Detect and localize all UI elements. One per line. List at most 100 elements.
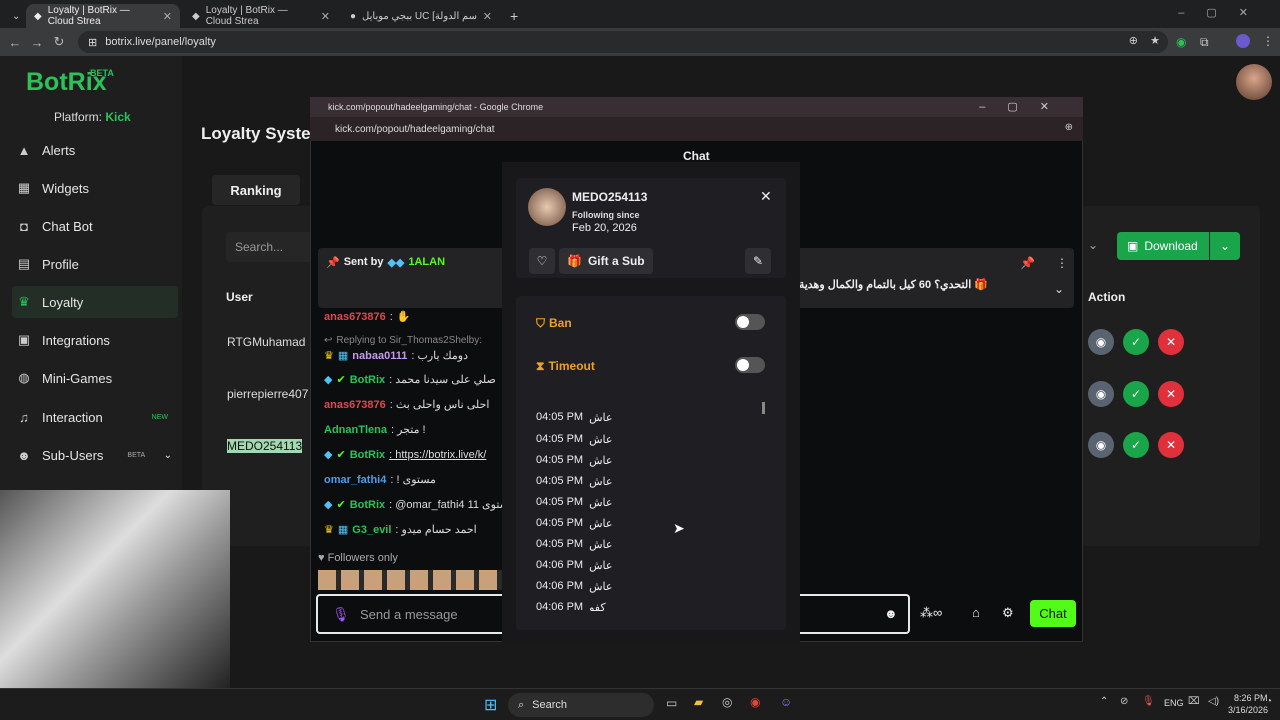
search-icon: ⌕ (518, 698, 525, 711)
sidebar-item-integrations[interactable]: ▣ Integrations (12, 324, 178, 356)
browser-tab-1[interactable]: ◆ Loyalty | BotRix — Cloud Strea ✕ (26, 4, 180, 28)
search-input[interactable]: Search... (226, 232, 316, 262)
gamepad-icon: ◍ (18, 370, 30, 385)
reload-icon[interactable]: ↻ (48, 34, 70, 50)
reject-button[interactable]: ✕ (1158, 329, 1184, 355)
menu-icon[interactable]: ⋮ (1262, 34, 1274, 48)
chevron-down-icon[interactable]: ⌄ (1054, 282, 1064, 296)
clock-time[interactable]: 8:26 PM (1234, 693, 1268, 703)
address-bar[interactable]: ⊞ botrix.live/panel/loyalty ★ ⊕ (78, 31, 1168, 53)
verified-icon: ✔ (336, 499, 346, 511)
language-indicator[interactable]: ENG (1164, 698, 1184, 708)
history-scrollbar[interactable] (762, 402, 765, 414)
zoom-icon[interactable]: ⊕ (1129, 34, 1138, 47)
sidebar-item-chat-bot[interactable]: ◘ Chat Bot (12, 210, 178, 242)
sidebar-item-interaction[interactable]: ♫ Interaction NEW (12, 401, 178, 433)
network-icon[interactable]: ⌧ (1188, 696, 1200, 707)
microphone-icon[interactable]: 🎙 (332, 606, 350, 623)
tab-ranking[interactable]: Ranking (212, 175, 300, 205)
history-item: 04:05 PM عاش (536, 411, 613, 424)
follower-avatars[interactable] (318, 570, 504, 590)
approve-button[interactable]: ✓ (1123, 329, 1149, 355)
sidebar-item-widgets[interactable]: ▦ Widgets (12, 172, 178, 204)
sidebar-item-profile[interactable]: ▤ Profile (12, 248, 178, 280)
extensions-puzzle-icon[interactable]: ⧉ (1200, 35, 1209, 50)
sidebar-item-alerts[interactable]: ▲ Alerts (12, 134, 178, 166)
chat-message: ◆ ✔ BotRix: صلي على سيدنا محمد (324, 373, 496, 387)
followers-only-notice: ♥ Followers only (318, 552, 398, 564)
approve-button[interactable]: ✓ (1123, 381, 1149, 407)
botrix-logo[interactable]: BotRix BETA (26, 68, 114, 97)
store-icon[interactable]: ⌂ (972, 605, 980, 620)
start-windows-icon[interactable]: ⊞ (484, 695, 497, 715)
user-avatar (528, 188, 566, 226)
dropdown-chevron-icon[interactable]: ⌄ (1088, 238, 1098, 252)
sidebar-item-mini-games[interactable]: ◍ Mini-Games (12, 362, 178, 394)
site-info-icon[interactable]: ⊞ (88, 36, 97, 49)
close-icon[interactable]: ✕ (321, 10, 330, 23)
new-tab-button[interactable]: + (502, 4, 522, 28)
reject-button[interactable]: ✕ (1158, 432, 1184, 458)
approve-button[interactable]: ✓ (1123, 432, 1149, 458)
settings-gear-icon[interactable]: ⚙ (1002, 605, 1014, 621)
window-controls[interactable]: –▢✕ (1178, 6, 1270, 19)
tray-microphone-icon[interactable]: 🎙 (1142, 696, 1155, 707)
close-card-icon[interactable]: ✕ (760, 188, 772, 205)
user-avatar[interactable] (1236, 64, 1272, 100)
extension-icon[interactable]: ◉ (1176, 35, 1186, 49)
task-view-icon[interactable]: ▭ (666, 696, 677, 710)
notifications-icon[interactable]: ◔ (1266, 696, 1272, 707)
timeout-toggle[interactable] (735, 357, 765, 373)
reply-icon: ↩ (324, 335, 333, 346)
tray-icon[interactable]: ⊘ (1120, 696, 1128, 707)
star-icon[interactable]: ★ (1150, 34, 1160, 47)
gift-sub-button[interactable]: 🎁 Gift a Sub (559, 248, 653, 274)
forward-icon[interactable]: → (26, 35, 48, 50)
column-header-user: User (226, 290, 253, 304)
app-icon[interactable]: ◎ (722, 695, 732, 709)
chrome-icon[interactable]: ◉ (750, 695, 760, 709)
x-icon: ✕ (1165, 438, 1177, 452)
points-icon[interactable]: ⁂∞ (920, 605, 942, 621)
chat-message: anas673876: احلى ناس واحلى بث (324, 398, 490, 412)
x-icon: ✕ (1165, 335, 1177, 349)
view-button[interactable]: ◉ (1088, 432, 1114, 458)
close-icon[interactable]: ✕ (163, 10, 172, 23)
profile-avatar[interactable] (1236, 34, 1250, 48)
clock-date[interactable]: 3/16/2026 (1228, 705, 1268, 715)
send-chat-button[interactable]: Chat (1030, 600, 1076, 627)
file-explorer-icon[interactable]: ▰ (694, 695, 703, 709)
ban-label: ⛉ Ban (536, 316, 572, 330)
more-icon[interactable]: ⋮ (1056, 256, 1068, 270)
user-row-name: RTGMuhamad (227, 335, 306, 349)
music-icon: ♫ (19, 409, 29, 425)
ban-toggle[interactable] (735, 314, 765, 330)
verified-icon: ✔ (336, 374, 346, 386)
mute-button[interactable]: ✎ (745, 248, 771, 274)
reject-button[interactable]: ✕ (1158, 381, 1184, 407)
crown-badge-icon: ♛ (324, 350, 334, 362)
tab-list-button[interactable]: ⌄ (4, 4, 24, 28)
users-icon: ☻ (17, 447, 31, 463)
view-button[interactable]: ◉ (1088, 329, 1114, 355)
sidebar-item-sub-users[interactable]: ☻ Sub-Users BETA ⌄ (12, 439, 178, 471)
follow-button[interactable]: ♡ (529, 248, 555, 274)
volume-icon[interactable]: ◁) (1208, 696, 1219, 707)
download-options-button[interactable]: ⌄ (1210, 232, 1240, 260)
close-icon[interactable]: ✕ (483, 10, 492, 23)
view-button[interactable]: ◉ (1088, 381, 1114, 407)
tray-chevron-icon[interactable]: ⌃ (1100, 696, 1108, 707)
zoom-icon[interactable]: ⊕ (1065, 122, 1073, 133)
download-button[interactable]: ▣ Download (1117, 232, 1209, 260)
discord-icon[interactable]: ☺ (780, 695, 792, 709)
popup-window-controls[interactable]: –▢✕ (979, 100, 1071, 113)
id-card-icon: ▤ (17, 256, 31, 271)
following-date: Feb 20, 2026 (572, 222, 637, 234)
browser-tab-3[interactable]: ●ببجي موبايل UC [اسم الدولة] | شحن✕ (342, 4, 500, 28)
taskbar-search[interactable]: ⌕ Search (508, 693, 654, 717)
unpin-icon[interactable]: 📌 (1020, 256, 1035, 270)
back-icon[interactable]: ← (4, 35, 26, 50)
emoji-icon[interactable]: ☻ (884, 606, 898, 621)
browser-tab-2[interactable]: ◆ Loyalty | BotRix — Cloud Strea ✕ (184, 4, 338, 28)
sidebar-item-loyalty[interactable]: ♛ Loyalty (12, 286, 178, 318)
